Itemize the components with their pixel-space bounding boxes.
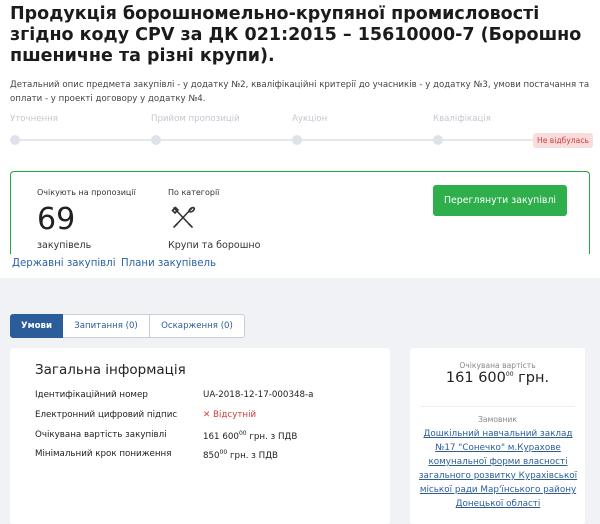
summary-sidebar: Очікувана вартість 161 60000 грн. Замовн… [410, 348, 585, 524]
stage-progress: Уточнення Прийом пропозицій Аукціон Квал… [10, 114, 595, 154]
expected-value-label: Очікувана вартість [459, 361, 536, 370]
link-procurement-plans[interactable]: Плани закупівель [121, 258, 216, 269]
link-public-procurement[interactable]: Державні закупівлі [12, 258, 116, 269]
row-label: Мінімальний крок пониження [35, 449, 172, 459]
divider [420, 406, 575, 407]
section-title: Загальна інформація [35, 362, 186, 378]
category-label: По категорії [168, 188, 220, 197]
tab-questions[interactable]: Запитання (0) [63, 314, 150, 338]
tender-tabs: Умови Запитання (0) Оскарження (0) [10, 314, 245, 338]
row-label: Електронний цифровий підпис [35, 410, 178, 420]
amount: 161 600 [445, 370, 506, 386]
tender-header: Продукція борошномельно-крупяної промисл… [0, 0, 600, 271]
stage-label: Аукціон [292, 114, 328, 124]
stage-dot [292, 135, 302, 145]
utensils-icon [171, 206, 196, 228]
expected-value: 161 60000 грн. [410, 370, 585, 386]
stage-dot [151, 135, 161, 145]
view-tenders-button[interactable]: Переглянути закупівлі [433, 185, 567, 216]
stage-dot [10, 135, 20, 145]
signature-value: Відсутній [213, 410, 257, 420]
category-text: Крупи та борошно [168, 240, 261, 251]
row-label: Очікувана вартість закупівлі [35, 430, 167, 440]
expected-unit: закупівель [37, 240, 92, 251]
amount: 161 600 [203, 431, 239, 442]
row-value: 161 60000 грн. з ПДВ [203, 430, 297, 442]
amount: 850 [203, 450, 220, 461]
row-value: 85000 грн. з ПДВ [203, 449, 278, 461]
amount-cents: 00 [238, 430, 247, 437]
tender-description: Детальний опис предмета закупівлі - у до… [10, 80, 590, 104]
status-badge: Не відбулась [533, 133, 593, 148]
page-title: Продукція борошномельно-крупяної промисл… [10, 4, 582, 66]
expected-count: 69 [37, 202, 76, 237]
tab-complaints[interactable]: Оскарження (0) [150, 314, 245, 338]
expected-label: Очікують на пропозиції [37, 188, 136, 197]
amount-unit: грн. з ПДВ [246, 431, 298, 442]
stage-label: Уточнення [10, 114, 58, 124]
tab-conditions[interactable]: Умови [10, 314, 63, 338]
stage-label: Прийом пропозицій [151, 114, 240, 124]
nav-links: Державні закупівлі Плани закупівель [0, 254, 600, 278]
row-label: Ідентифікаційний номер [35, 390, 148, 400]
amount-unit: грн. [513, 370, 550, 386]
x-icon: ✕ [203, 410, 214, 420]
stage-dot [433, 135, 443, 145]
row-value: ✕ Відсутній [203, 410, 256, 420]
customer-link[interactable]: Дошкільний навчальний заклад №17 "Сонечк… [418, 427, 578, 511]
amount-unit: грн. з ПДВ [227, 450, 278, 461]
general-info-card: Загальна інформація Ідентифікаційний ном… [10, 348, 390, 524]
row-value: UA-2018-12-17-000348-a [203, 390, 314, 400]
amount-cents: 00 [505, 371, 514, 379]
customer-label: Замовник [478, 415, 517, 424]
stage-label: Кваліфікація [433, 114, 491, 124]
